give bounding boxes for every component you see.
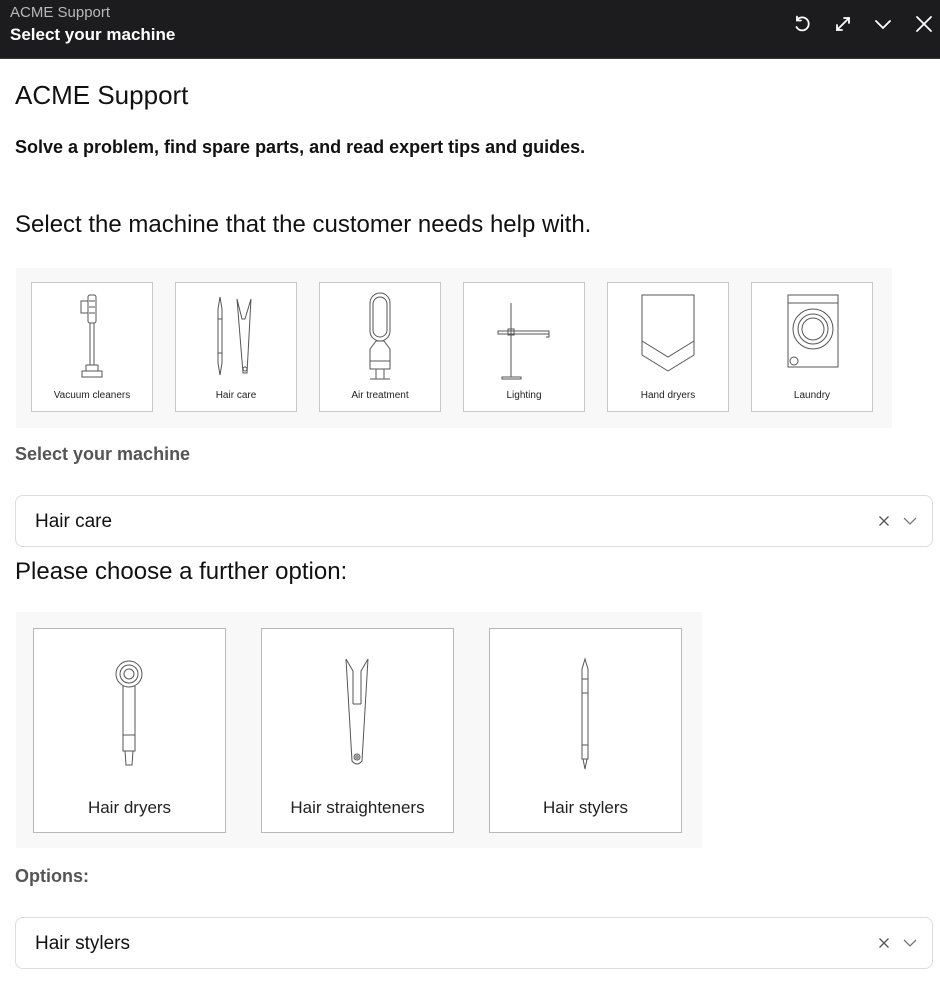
options-select-label: Options:: [15, 866, 89, 886]
machine-select[interactable]: Hair care: [15, 495, 933, 547]
machine-tile-lighting[interactable]: Lighting: [463, 282, 585, 412]
chevron-down-icon[interactable]: [902, 513, 918, 529]
options-select-value: Hair stylers: [35, 933, 131, 954]
machine-section-heading: Select the machine that the customer nee…: [15, 211, 592, 238]
close-icon: [916, 16, 932, 32]
refresh-icon: [795, 15, 810, 32]
chevron-down-icon: [875, 20, 891, 30]
chevron-down-icon[interactable]: [902, 935, 918, 951]
hair-styler-icon: [581, 657, 589, 770]
hair-care-icon: [217, 296, 252, 376]
washing-machine-icon: [787, 294, 839, 368]
option-tile-label: Hair dryers: [87, 798, 172, 817]
machine-tile-vacuum-cleaners[interactable]: Vacuum cleaners: [31, 282, 153, 412]
clear-selection-icon[interactable]: [876, 513, 892, 529]
machine-tile-label: Vacuum cleaners: [53, 390, 131, 401]
expand-button[interactable]: [831, 12, 855, 36]
machine-select-label: Select your machine: [15, 444, 191, 464]
machine-tile-label: Air treatment: [351, 390, 409, 401]
machine-tiles: Vacuum cleaners Hair care Air treatment: [16, 268, 892, 428]
close-button[interactable]: [912, 12, 936, 36]
page-title: ACME Support: [15, 80, 189, 110]
air-purifier-icon: [369, 292, 391, 380]
machine-tile-label: Hand dryers: [640, 390, 696, 401]
hair-dryer-icon: [115, 660, 143, 766]
window-titlebar: ACME Support Select your machine: [0, 0, 940, 59]
option-tiles: Hair dryers Hair straighteners Hair styl…: [16, 612, 702, 848]
option-tile-hair-stylers[interactable]: Hair stylers: [489, 628, 682, 833]
hair-straightener-icon: [345, 658, 369, 765]
machine-tile-hair-care[interactable]: Hair care: [175, 282, 297, 412]
lamp-icon: [497, 303, 550, 380]
machine-tile-label: Lighting: [506, 390, 542, 401]
collapse-button[interactable]: [871, 12, 895, 36]
hand-dryer-icon: [641, 294, 695, 372]
clear-selection-icon[interactable]: [876, 935, 892, 951]
expand-icon: [836, 17, 850, 31]
vacuum-icon: [80, 294, 103, 378]
app-name: ACME Support: [10, 4, 111, 21]
machine-tile-label: Laundry: [793, 390, 831, 401]
machine-tile-laundry[interactable]: Laundry: [751, 282, 873, 412]
machine-select-value: Hair care: [35, 511, 113, 532]
machine-tile-hand-dryers[interactable]: Hand dryers: [607, 282, 729, 412]
machine-tile-label: Hair care: [215, 390, 257, 401]
option-tile-label: Hair stylers: [542, 798, 628, 817]
machine-tile-air-treatment[interactable]: Air treatment: [319, 282, 441, 412]
refresh-button[interactable]: [790, 12, 814, 36]
option-section-heading: Please choose a further option:: [15, 558, 348, 585]
options-select[interactable]: Hair stylers: [15, 917, 933, 969]
window-title: Select your machine: [10, 25, 176, 44]
option-tile-label: Hair straighteners: [290, 798, 425, 817]
page-subtitle: Solve a problem, find spare parts, and r…: [15, 137, 586, 157]
option-tile-hair-dryers[interactable]: Hair dryers: [33, 628, 226, 833]
option-tile-hair-straighteners[interactable]: Hair straighteners: [261, 628, 454, 833]
